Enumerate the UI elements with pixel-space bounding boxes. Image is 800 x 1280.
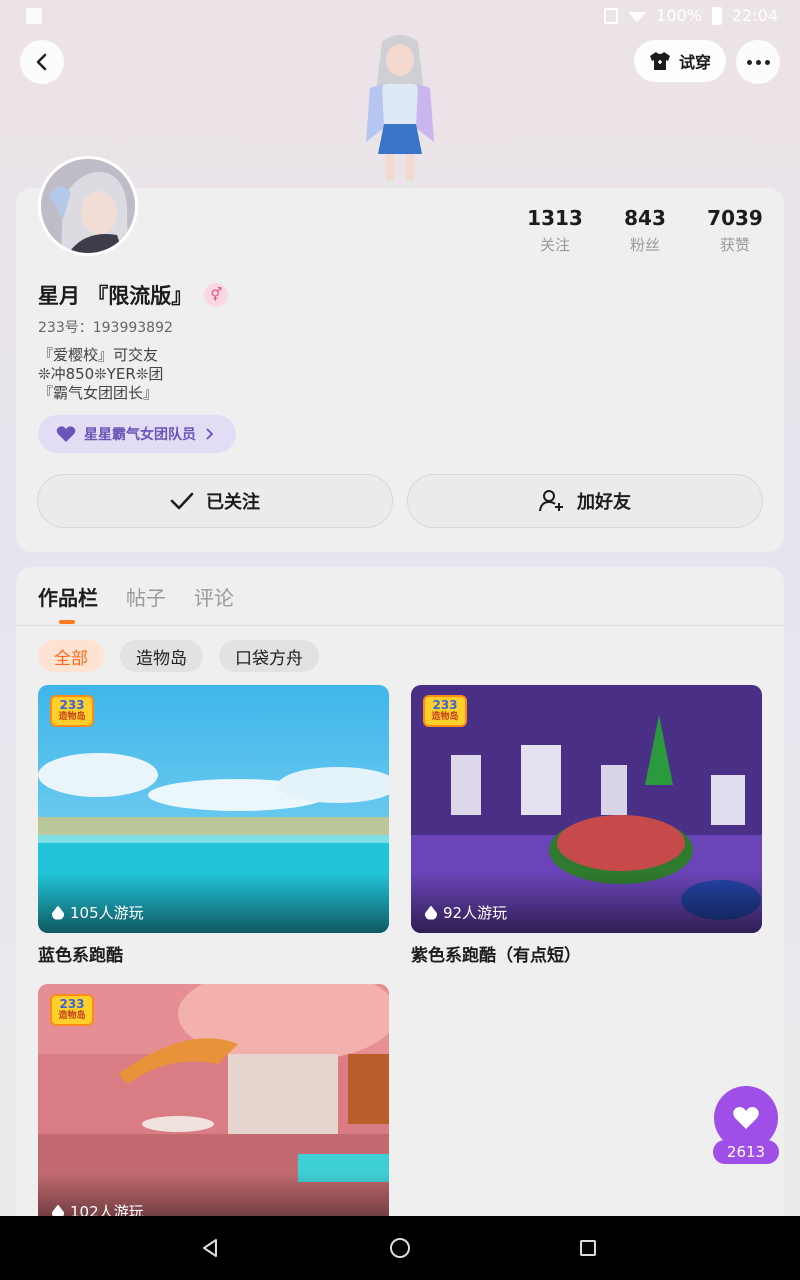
battery-percent: 100%: [656, 6, 702, 25]
nickname: 星月 『限流版』: [38, 284, 193, 308]
wifi-icon: [628, 12, 647, 23]
stat-following[interactable]: 1313 关注: [510, 206, 600, 255]
profile-stats: 1313 关注 843 粉丝 7039 获赞: [510, 206, 780, 255]
heart-icon: [733, 1107, 759, 1129]
heart-icon: [56, 426, 76, 442]
try-on-button[interactable]: 试穿: [634, 40, 726, 82]
try-on-label: 试穿: [678, 53, 711, 72]
avatar[interactable]: [38, 156, 138, 256]
stat-likes[interactable]: 7039 获赞: [690, 206, 780, 255]
bio-line: 『爱樱校』可交友: [38, 346, 159, 364]
stat-followers[interactable]: 843 粉丝: [600, 206, 690, 255]
bio: 『爱樱校』可交友 ❊冲850❊YER❊团 『霸气女团团长』: [38, 346, 163, 403]
work-thumbnail[interactable]: 233 造物岛 92人游玩: [411, 685, 762, 933]
filter-pocket-ark[interactable]: 口袋方舟: [219, 640, 319, 672]
tab-bar: 作品栏 帖子 评论: [38, 582, 234, 611]
flame-icon: [52, 905, 64, 920]
play-count-label: 92人游玩: [443, 904, 508, 922]
play-count: 92人游玩: [425, 902, 507, 923]
check-icon: [170, 492, 194, 510]
user-id[interactable]: 233号：193993892: [38, 317, 173, 337]
work-thumbnail[interactable]: 233 造物岛 102人游玩: [38, 984, 389, 1232]
creation-island-logo: 233 造物岛: [423, 695, 467, 727]
stat-value: 1313: [527, 206, 583, 230]
follow-button[interactable]: 已关注: [37, 474, 393, 528]
creation-island-logo: 233 造物岛: [50, 994, 94, 1026]
back-button[interactable]: [20, 40, 64, 84]
avatar-3d-figure[interactable]: [348, 32, 452, 190]
stat-label: 关注: [539, 236, 570, 254]
add-friend-button[interactable]: 加好友: [407, 474, 763, 528]
nickname-row: 星月 『限流版』 ⚥: [38, 280, 229, 310]
filter-creation-island[interactable]: 造物岛: [120, 640, 203, 672]
creation-island-logo: 233 造物岛: [50, 695, 94, 727]
follow-label: 已关注: [206, 492, 260, 513]
stat-label: 获赞: [719, 236, 750, 254]
work-card[interactable]: 233 造物岛 102人游玩: [38, 984, 389, 1232]
team-badge-label: 星星霸气女团队员: [84, 427, 196, 443]
tab-works[interactable]: 作品栏: [38, 582, 98, 611]
work-thumbnail[interactable]: 233 造物岛 105人游玩: [38, 685, 389, 933]
chevron-right-icon: [206, 428, 214, 440]
work-card[interactable]: 233 造物岛 92人游玩 紫色系跑酷（有点短）: [411, 685, 762, 966]
battery-icon: [711, 6, 722, 25]
filter-all[interactable]: 全部: [38, 640, 104, 672]
tab-posts[interactable]: 帖子: [126, 582, 166, 611]
gender-icon: ⚥: [204, 283, 229, 307]
vibrate-icon: [604, 7, 619, 24]
stat-value: 843: [624, 206, 666, 230]
stat-value: 7039: [707, 206, 763, 230]
nav-home-icon[interactable]: [390, 1238, 410, 1258]
divider: [16, 625, 784, 626]
more-dots-icon: [746, 59, 770, 65]
work-title[interactable]: 紫色系跑酷（有点短）: [411, 941, 762, 966]
tab-comments[interactable]: 评论: [194, 582, 234, 611]
bio-line: ❊冲850❊YER❊团: [38, 365, 164, 383]
active-tab-indicator: [59, 620, 75, 624]
filter-chips: 全部 造物岛 口袋方舟: [38, 640, 319, 672]
chevron-left-icon: [36, 53, 47, 71]
work-title[interactable]: 蓝色系跑酷: [38, 941, 389, 966]
shirt-icon: [649, 52, 670, 70]
notification-icon: [26, 8, 42, 24]
more-button[interactable]: [736, 40, 780, 84]
bio-line: 『霸气女团团长』: [38, 384, 159, 402]
like-count: 2613: [713, 1140, 779, 1164]
status-bar: 100% 22:04: [0, 0, 800, 34]
stat-label: 粉丝: [629, 236, 660, 254]
play-count-label: 105人游玩: [70, 904, 144, 922]
clock: 22:04: [731, 6, 778, 25]
flame-icon: [425, 905, 437, 920]
nav-back-icon[interactable]: [200, 1238, 220, 1258]
add-friend-label: 加好友: [577, 492, 631, 513]
nav-recents-icon[interactable]: [580, 1240, 596, 1256]
team-badge[interactable]: 星星霸气女团队员: [38, 415, 236, 453]
add-user-icon: [539, 490, 563, 512]
play-count: 105人游玩: [52, 902, 144, 923]
work-card[interactable]: 233 造物岛 105人游玩 蓝色系跑酷: [38, 685, 389, 966]
